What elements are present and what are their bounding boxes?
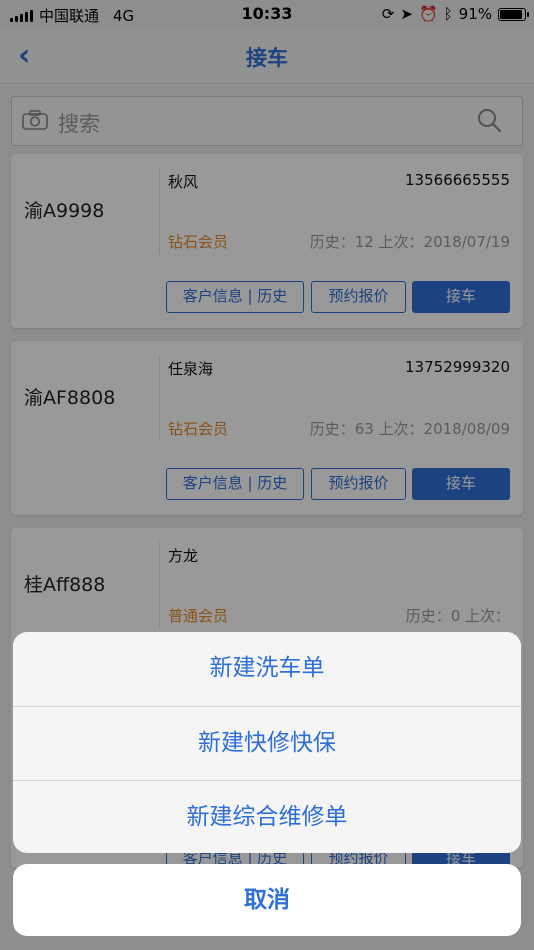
action-sheet: 新建洗车单 新建快修快保 新建综合维修单 [13, 632, 521, 853]
new-wash-order-option[interactable]: 新建洗车单 [13, 632, 521, 705]
new-repair-order-option[interactable]: 新建综合维修单 [13, 780, 521, 853]
cancel-button[interactable]: 取消 [13, 864, 521, 936]
new-quick-service-option[interactable]: 新建快修快保 [13, 706, 521, 779]
